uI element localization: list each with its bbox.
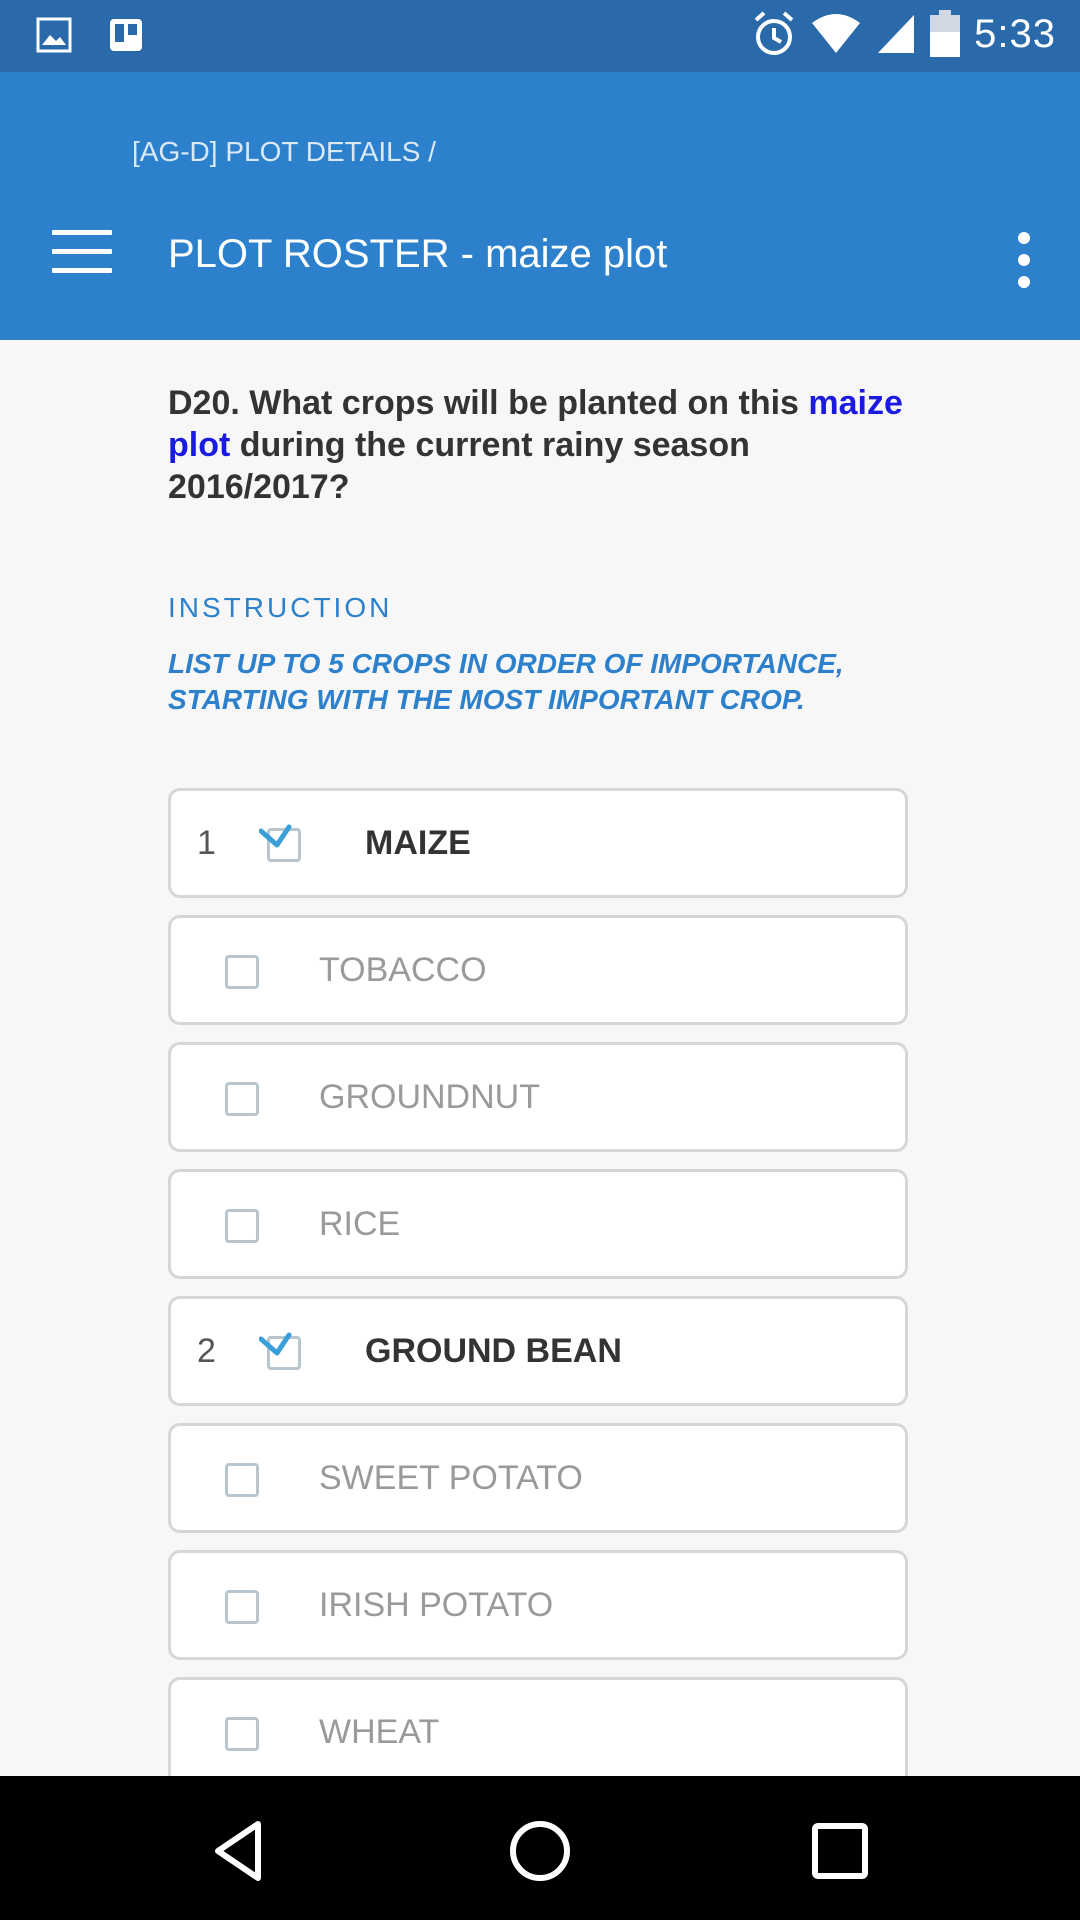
form-content[interactable]: D20. What crops will be planted on this … (0, 340, 1080, 1776)
alarm-icon (754, 11, 794, 55)
status-bar: 5:33 (0, 0, 1080, 72)
crop-option[interactable]: 2 GROUND BEAN (168, 1296, 908, 1406)
checkbox[interactable] (225, 1590, 259, 1624)
option-label: GROUND BEAN (365, 1332, 622, 1370)
hamburger-menu-icon[interactable] (52, 230, 112, 280)
question-suffix: during the current rainy season 2016/201… (168, 426, 750, 506)
checkmark-icon (259, 824, 292, 848)
option-label: IRISH POTATO (319, 1586, 554, 1624)
wifi-icon (812, 14, 861, 53)
checkbox[interactable] (225, 1717, 259, 1751)
breadcrumb[interactable]: [AG-D] PLOT DETAILS / (132, 136, 436, 168)
home-icon[interactable] (505, 1816, 575, 1886)
option-label: RICE (319, 1205, 401, 1243)
checkmark-icon (259, 1332, 292, 1356)
crop-option[interactable]: SWEET POTATO (168, 1423, 908, 1533)
crop-option[interactable]: WHEAT (168, 1677, 908, 1776)
signal-icon (878, 15, 915, 53)
order-number: 2 (197, 1332, 216, 1370)
instruction-text: LIST UP TO 5 CROPS IN ORDER OF IMPORTANC… (168, 648, 844, 715)
back-icon[interactable] (206, 1816, 276, 1886)
crop-option[interactable]: GROUNDNUT (168, 1042, 908, 1152)
crop-option[interactable]: RICE (168, 1169, 908, 1279)
trello-icon (110, 19, 142, 51)
image-icon (36, 17, 72, 53)
checkbox[interactable] (225, 1209, 259, 1243)
instruction-label: INSTRUCTION (168, 592, 393, 623)
app-bar: [AG-D] PLOT DETAILS / PLOT ROSTER - maiz… (0, 72, 1080, 340)
option-label: WHEAT (319, 1713, 440, 1751)
option-label: MAIZE (365, 824, 471, 862)
order-number: 1 (197, 824, 216, 862)
clock-time: 5:33 (974, 11, 1056, 56)
crop-option[interactable]: TOBACCO (168, 915, 908, 1025)
option-label: GROUNDNUT (319, 1078, 540, 1116)
overflow-menu-icon[interactable] (1012, 232, 1036, 288)
checkbox[interactable] (225, 955, 259, 989)
question-text: D20. What crops will be planted on this … (168, 382, 908, 508)
option-label: SWEET POTATO (319, 1459, 583, 1497)
crop-option[interactable]: IRISH POTATO (168, 1550, 908, 1660)
page-title: PLOT ROSTER - maize plot (168, 232, 668, 276)
checkbox[interactable] (225, 1082, 259, 1116)
crop-option[interactable]: 1 MAIZE (168, 788, 908, 898)
recents-icon[interactable] (805, 1816, 875, 1886)
question-prefix: D20. What crops will be planted on this (168, 384, 809, 422)
battery-icon (930, 10, 961, 57)
navigation-bar (0, 1776, 1080, 1920)
option-label: TOBACCO (319, 951, 487, 989)
checkbox[interactable] (225, 1463, 259, 1497)
